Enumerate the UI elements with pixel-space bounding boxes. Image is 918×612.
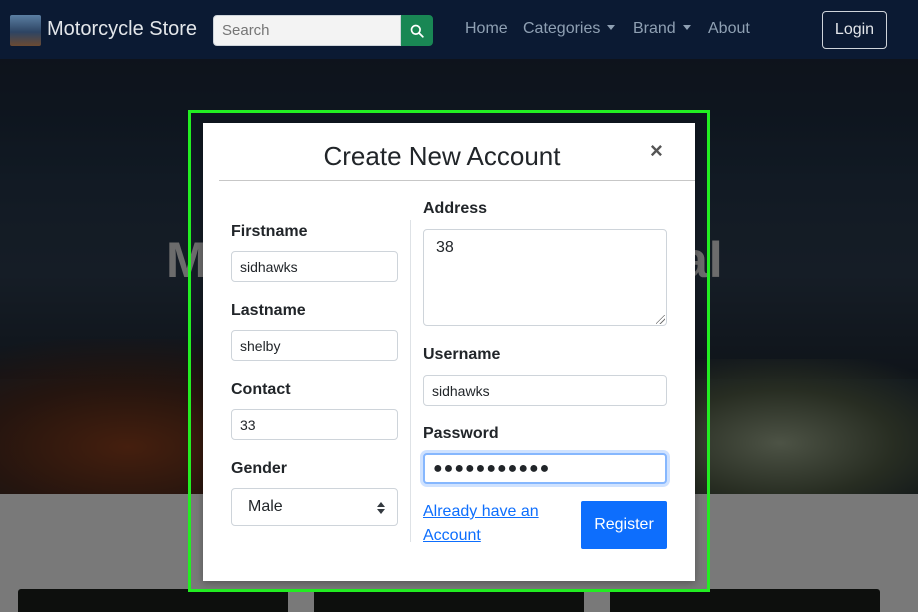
login-button[interactable]: Login [822,11,887,49]
gender-select[interactable]: Male [231,488,398,526]
register-button[interactable]: Register [581,501,667,549]
gender-label: Gender [231,460,288,477]
chevron-down-icon [607,25,616,30]
nav-about[interactable]: About [708,20,750,38]
address-value: 38 [436,239,454,256]
chevron-down-icon [682,25,691,30]
resize-handle-icon[interactable] [656,315,665,324]
address-textarea[interactable]: 38 [423,229,667,326]
firstname-input[interactable]: sidhawks [231,251,398,282]
nav-brand-label: Brand [633,20,676,37]
lastname-label: Lastname [231,302,306,319]
nav-home[interactable]: Home [465,20,508,38]
nav-categories[interactable]: Categories [523,20,616,38]
nav-brand[interactable]: Brand [633,20,691,38]
close-icon[interactable]: × [650,140,663,162]
select-arrows-icon [377,502,385,514]
login-link[interactable]: Already have an Account [423,500,563,548]
modal-divider [219,180,695,181]
brand-name[interactable]: Motorcycle Store [47,18,197,41]
contact-input[interactable]: 33 [231,409,398,440]
search-button[interactable] [401,15,433,46]
create-account-modal: Create New Account × Firstname sidhawks … [203,123,695,581]
gender-value: Male [248,498,283,515]
search-input[interactable] [213,15,401,46]
firstname-label: Firstname [231,223,308,240]
username-input[interactable]: sidhawks [423,375,667,406]
navbar: Motorcycle Store Home Categories Brand A… [0,0,918,59]
password-input[interactable]: ●●●●●●●●●●● [423,453,667,484]
lastname-input[interactable]: shelby [231,330,398,361]
address-label: Address [423,200,488,217]
brand-logo[interactable] [10,15,41,46]
nav-categories-label: Categories [523,20,601,37]
username-label: Username [423,346,501,363]
search-icon [410,24,424,38]
password-label: Password [423,425,499,442]
column-divider [410,220,411,542]
contact-label: Contact [231,381,291,398]
modal-title: Create New Account [323,141,561,171]
